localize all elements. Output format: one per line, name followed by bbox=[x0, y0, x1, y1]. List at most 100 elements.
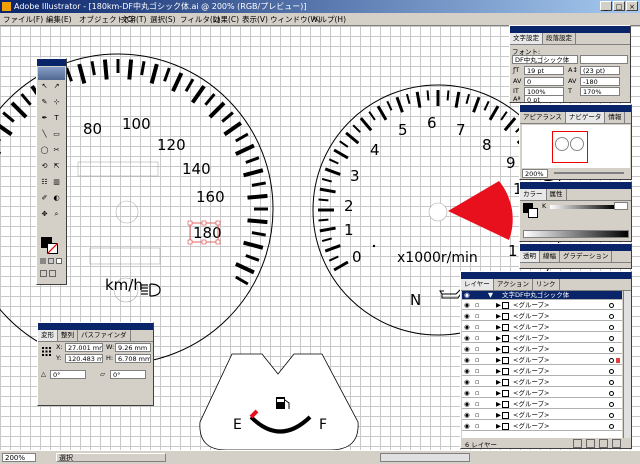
make-clipping-mask-button[interactable] bbox=[573, 439, 582, 448]
new-layer-button[interactable] bbox=[599, 439, 608, 448]
lock-icon[interactable]: ▫ bbox=[475, 356, 483, 365]
font-family-select[interactable]: DF中丸ゴシック体 bbox=[512, 55, 578, 64]
layer-row[interactable]: ◉▫▶<グループ> bbox=[462, 345, 622, 354]
target-icon[interactable] bbox=[609, 402, 614, 407]
expand-triangle-icon[interactable]: ▶ bbox=[496, 400, 501, 409]
tool-button[interactable]: ⟲ bbox=[40, 162, 49, 171]
layer-row[interactable]: ◉▫▶<グループ> bbox=[462, 334, 622, 343]
eye-icon[interactable]: ◉ bbox=[464, 389, 472, 398]
menu-select[interactable]: 選択(S) bbox=[150, 14, 176, 25]
k-value-input[interactable] bbox=[614, 202, 628, 210]
expand-triangle-icon[interactable]: ▶ bbox=[496, 367, 501, 376]
target-icon[interactable] bbox=[609, 391, 614, 396]
tab-align[interactable]: 整列 bbox=[58, 330, 78, 341]
tool-button[interactable]: ✥ bbox=[40, 210, 49, 219]
tool-button[interactable]: ↖ bbox=[40, 82, 49, 91]
close-button[interactable]: × bbox=[626, 1, 638, 11]
status-mode[interactable]: 選択 bbox=[56, 453, 166, 462]
lock-icon[interactable]: ▫ bbox=[475, 345, 483, 354]
target-icon[interactable] bbox=[609, 369, 614, 374]
layer-row[interactable]: ◉▫▶<グループ> bbox=[462, 312, 622, 321]
tool-button[interactable]: ✒ bbox=[40, 114, 49, 123]
target-icon[interactable] bbox=[609, 358, 614, 363]
lock-icon[interactable]: ▫ bbox=[475, 367, 483, 376]
rotate-input[interactable]: 0° bbox=[50, 370, 86, 379]
eye-icon[interactable]: ◉ bbox=[464, 422, 472, 431]
expand-triangle-icon[interactable]: ▶ bbox=[496, 323, 501, 332]
tool-button[interactable]: ▭ bbox=[52, 130, 61, 139]
eye-icon[interactable]: ◉ bbox=[464, 378, 472, 387]
tool-button[interactable]: ◯ bbox=[40, 146, 49, 155]
gradient-mode-button[interactable] bbox=[48, 258, 54, 264]
tool-button[interactable]: ⌕ bbox=[52, 210, 61, 219]
expand-triangle-icon[interactable]: ▼ bbox=[488, 291, 493, 300]
eye-icon[interactable]: ◉ bbox=[464, 345, 472, 354]
tab-pathfinder[interactable]: パスファインダ bbox=[78, 330, 131, 341]
tab-gradient[interactable]: グラデーション bbox=[560, 251, 612, 262]
navigator-thumbnail[interactable] bbox=[522, 125, 630, 168]
expand-triangle-icon[interactable]: ▶ bbox=[496, 356, 501, 365]
k-slider[interactable] bbox=[550, 205, 614, 209]
none-mode-button[interactable] bbox=[56, 258, 62, 264]
target-icon[interactable] bbox=[609, 336, 614, 341]
tool-button[interactable]: ✐ bbox=[40, 194, 49, 203]
menu-type[interactable]: 文字(T) bbox=[121, 14, 146, 25]
horizontal-scrollbar[interactable] bbox=[380, 453, 470, 462]
tracking-input[interactable]: -180 bbox=[580, 77, 620, 86]
eye-icon[interactable]: ◉ bbox=[464, 291, 472, 300]
baseline-input[interactable]: 0 pt bbox=[524, 95, 564, 103]
expand-triangle-icon[interactable]: ▶ bbox=[496, 378, 501, 387]
target-icon[interactable] bbox=[609, 303, 614, 308]
target-icon[interactable] bbox=[609, 347, 614, 352]
lock-icon[interactable]: ▫ bbox=[475, 312, 483, 321]
target-icon[interactable] bbox=[609, 325, 614, 330]
tab-links[interactable]: リンク bbox=[533, 279, 560, 290]
lock-icon[interactable]: ▫ bbox=[475, 301, 483, 310]
expand-triangle-icon[interactable]: ▶ bbox=[496, 411, 501, 420]
delete-layer-button[interactable] bbox=[612, 439, 621, 448]
layer-row[interactable]: ◉▫▶<グループ> bbox=[462, 356, 622, 365]
maximize-button[interactable]: □ bbox=[613, 1, 625, 11]
expand-triangle-icon[interactable]: ▶ bbox=[496, 334, 501, 343]
font-style-select[interactable] bbox=[580, 55, 628, 64]
eye-icon[interactable]: ◉ bbox=[464, 356, 472, 365]
tool-button[interactable]: ⊹ bbox=[52, 98, 61, 107]
menu-effect[interactable]: 効果(C) bbox=[213, 14, 239, 25]
navigator-zoom-slider[interactable] bbox=[554, 172, 624, 174]
tab-transform[interactable]: 変形 bbox=[38, 330, 58, 341]
layer-row[interactable]: ◉▫▶<グループ> bbox=[462, 378, 622, 387]
target-icon[interactable] bbox=[609, 314, 614, 319]
layer-row[interactable]: ◉▫▶<グループ> bbox=[462, 323, 622, 332]
tab-navigator[interactable]: ナビゲータ bbox=[566, 112, 606, 123]
tab-stroke[interactable]: 線幅 bbox=[540, 251, 560, 262]
tab-character[interactable]: 文字設定 bbox=[510, 33, 543, 44]
tool-button[interactable]: ▥ bbox=[52, 178, 61, 187]
eye-icon[interactable]: ◉ bbox=[464, 400, 472, 409]
expand-triangle-icon[interactable]: ▶ bbox=[496, 422, 501, 431]
layer-row[interactable]: ◉▫▶<グループ> bbox=[462, 301, 622, 310]
tool-button[interactable]: ✂ bbox=[52, 146, 61, 155]
tab-actions[interactable]: アクション bbox=[494, 279, 533, 290]
w-input[interactable]: 9.26 mm bbox=[115, 343, 151, 352]
navigator-zoom-input[interactable]: 200% bbox=[522, 169, 548, 178]
tool-button[interactable]: ◐ bbox=[52, 194, 61, 203]
color-stroke-swatch[interactable] bbox=[528, 208, 538, 218]
target-icon[interactable] bbox=[609, 380, 614, 385]
tab-transparency[interactable]: 透明 bbox=[520, 251, 540, 262]
font-size-input[interactable]: 19 pt bbox=[524, 66, 564, 75]
color-spectrum-bar[interactable] bbox=[523, 230, 629, 238]
tab-paragraph[interactable]: 段落設定 bbox=[543, 33, 576, 44]
lock-icon[interactable]: ▫ bbox=[475, 323, 483, 332]
tool-button[interactable]: ✎ bbox=[40, 98, 49, 107]
screen-mode-full-button[interactable] bbox=[49, 270, 56, 277]
tab-appearance[interactable]: アピアランス bbox=[520, 112, 566, 123]
layer-row[interactable]: ◉▫▶<グループ> bbox=[462, 422, 622, 431]
tool-button[interactable]: ↗ bbox=[52, 82, 61, 91]
tool-button[interactable]: T bbox=[52, 114, 61, 123]
lock-icon[interactable]: ▫ bbox=[475, 422, 483, 431]
x-input[interactable]: 27.001 mm bbox=[65, 343, 103, 352]
eye-icon[interactable]: ◉ bbox=[464, 312, 472, 321]
lock-icon[interactable]: ▫ bbox=[475, 378, 483, 387]
eye-icon[interactable]: ◉ bbox=[464, 411, 472, 420]
layers-scrollbar[interactable] bbox=[623, 291, 632, 438]
